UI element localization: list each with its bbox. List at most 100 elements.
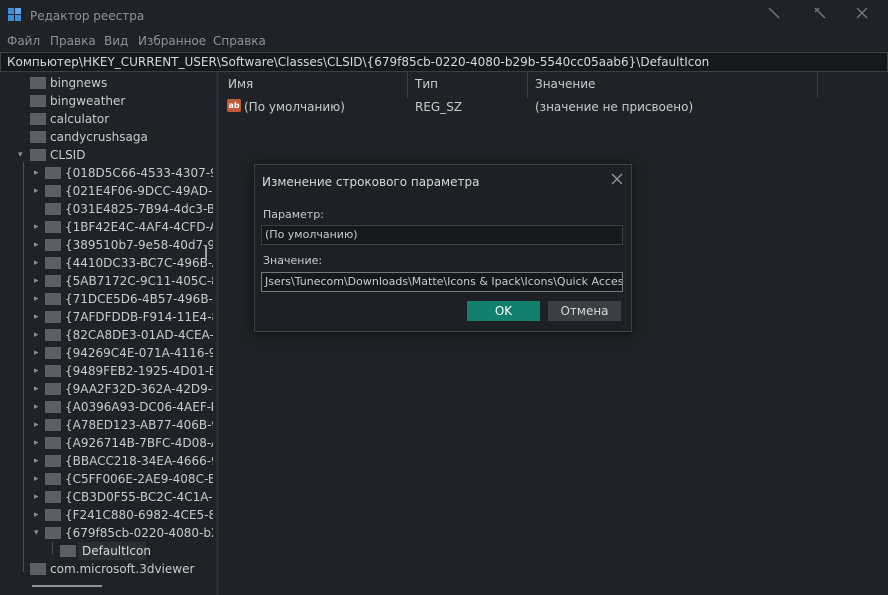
value-data-field[interactable]: Jsers\Tunecom\Downloads\Matte\Icons & Ip… [261,272,623,292]
tree-pane[interactable]: bingnews bingweather calculator candycrushs… [0,72,213,577]
tree-item[interactable]: ▸ {94269C4E-071A-4116-90 [0,344,213,362]
tree-item[interactable]: ▸ {BBACC218-34EA-4666-9 [0,452,213,470]
folder-icon [45,167,61,179]
tree-item[interactable]: ▸ {9489FEB2-1925-4D01-B7 [0,362,213,380]
chevron-right-icon[interactable]: ▸ [34,167,44,179]
menu-edit[interactable]: Правка [50,34,96,48]
chevron-right-icon[interactable]: ▸ [34,311,44,323]
tree-item[interactable]: calculator [0,110,213,128]
folder-icon [60,545,76,557]
tree-item[interactable]: bingnews [0,74,213,92]
tree-item[interactable]: ▸ {71DCE5D6-4B57-496B-A [0,290,213,308]
tree-item-label: {BBACC218-34EA-4666-9 [65,454,213,468]
chevron-right-icon[interactable]: ▸ [34,347,44,359]
ab-string-icon: ab [227,99,241,112]
folder-icon [45,329,61,341]
values-list[interactable]: Имя Тип Значение ab (По умолчанию) REG_S… [220,72,888,595]
tree-item[interactable]: ▸ {9AA2F32D-362A-42D9-9 [0,380,213,398]
tree-item[interactable]: ▸ {F241C880-6982-4CE5-8C [0,506,213,524]
tree-item[interactable]: ▸ {CB3D0F55-BC2C-4C1A- [0,488,213,506]
column-header-value[interactable]: Значение [535,77,595,91]
chevron-down-icon[interactable]: ▾ [34,527,44,539]
tree-connector-line [52,542,53,554]
folder-icon [30,77,46,89]
chevron-right-icon[interactable]: ▸ [34,239,44,251]
tree-item[interactable]: ▸ {1BF42E4C-4AF4-4CFD-A [0,218,213,236]
menu-favorites[interactable]: Избранное [138,34,206,48]
pane-splitter[interactable] [216,72,219,595]
chevron-right-icon[interactable]: ▸ [34,275,44,287]
column-header-name[interactable]: Имя [228,77,253,91]
tree-item[interactable]: ▸ {389510b7-9e58-40d7-98l [0,236,213,254]
chevron-right-icon[interactable]: ▸ [34,221,44,233]
minimize-button[interactable] [764,6,784,26]
value-data-text: Jsers\Tunecom\Downloads\Matte\Icons & Ip… [265,275,623,288]
value-name: (По умолчанию) [244,100,345,114]
chevron-right-icon[interactable]: ▸ [34,293,44,305]
chevron-right-icon[interactable]: ▸ [34,329,44,341]
tree-item[interactable]: ▸ {A926714B-7BFC-4D08-A [0,434,213,452]
folder-icon [45,365,61,377]
tree-horizontal-scrollbar-thumb[interactable] [32,585,102,587]
tree-horizontal-scrollbar-track[interactable] [0,579,213,595]
column-separator[interactable] [407,72,408,98]
tree-item[interactable]: ▸ {5AB7172C-9C11-405C-8 [0,272,213,290]
restore-button[interactable] [810,6,830,26]
tree-item-label: {7AFDFDDB-F914-11E4-8 [65,310,213,324]
chevron-right-icon[interactable]: ▸ [34,437,44,449]
menu-help[interactable]: Справка [213,34,266,48]
tree-item-label: {018D5C66-4533-4307-9B [65,166,213,180]
tree-item[interactable]: ▾ {679f85cb-0220-4080-b29 [0,524,213,542]
edit-string-dialog: Изменение строкового параметра Параметр:… [254,164,632,332]
tree-item[interactable]: ▸ {018D5C66-4533-4307-9B [0,164,213,182]
menu-view[interactable]: Вид [104,34,128,48]
folder-icon [45,347,61,359]
tree-item[interactable]: ▸ {021E4F06-9DCC-49AD-8 [0,182,213,200]
chevron-down-icon[interactable]: ▾ [18,149,28,161]
chevron-right-icon[interactable]: ▸ [34,419,44,431]
tree-item[interactable]: ▸ {82CA8DE3-01AD-4CEA- [0,326,213,344]
tree-vertical-scrollbar[interactable] [205,245,207,261]
close-button[interactable] [852,6,872,26]
chevron-right-icon[interactable]: ▸ [34,257,44,269]
chevron-right-icon[interactable]: ▸ [34,365,44,377]
tree-item-label: {9AA2F32D-362A-42D9-9 [65,382,213,396]
chevron-right-icon[interactable]: ▸ [34,473,44,485]
dialog-close-button[interactable] [609,172,625,188]
ok-button[interactable]: OK [467,301,540,321]
chevron-right-icon[interactable]: ▸ [34,509,44,521]
folder-icon [45,221,61,233]
cancel-button[interactable]: Отмена [548,301,621,321]
parameter-name-field[interactable]: (По умолчанию) [261,225,623,245]
folder-icon [45,239,61,251]
chevron-right-icon[interactable]: ▸ [34,185,44,197]
tree-item-label: {031E4825-7B94-4dc3-B1 [65,202,213,216]
folder-icon [30,113,46,125]
tree-item[interactable]: ▾ CLSID [0,146,213,164]
menu-file[interactable]: Файл [7,34,40,48]
tree-item[interactable]: DefaultIcon [0,542,213,560]
tree-item[interactable]: {031E4825-7B94-4dc3-B1 [0,200,213,218]
folder-icon [30,149,46,161]
value-type: REG_SZ [415,100,463,114]
tree-item[interactable]: com.microsoft.3dviewer [0,560,213,577]
chevron-right-icon[interactable]: ▸ [34,491,44,503]
tree-item[interactable]: ▸ {C5FF006E-2AE9-408C-B [0,470,213,488]
dialog-title: Изменение строкового параметра [262,175,480,189]
tree-item[interactable]: bingweather [0,92,213,110]
tree-item[interactable]: ▸ {4410DC33-BC7C-496B-A [0,254,213,272]
tree-item-label: {021E4F06-9DCC-49AD-8 [65,184,213,198]
tree-item[interactable]: ▸ {A78ED123-AB77-406B-9 [0,416,213,434]
column-separator[interactable] [817,72,818,98]
column-header-type[interactable]: Тип [415,77,438,91]
column-separator[interactable] [527,72,528,98]
tree-connector-line [23,162,24,572]
title-bar: Редактор реестра [0,0,888,31]
chevron-right-icon[interactable]: ▸ [34,455,44,467]
chevron-right-icon[interactable]: ▸ [34,401,44,413]
tree-item[interactable]: candycrushsaga [0,128,213,146]
address-bar[interactable]: Компьютер\HKEY_CURRENT_USER\Software\Cla… [0,52,888,72]
tree-item[interactable]: ▸ {7AFDFDDB-F914-11E4-8 [0,308,213,326]
chevron-right-icon[interactable]: ▸ [34,383,44,395]
tree-item[interactable]: ▸ {A0396A93-DC06-4AEF-B [0,398,213,416]
